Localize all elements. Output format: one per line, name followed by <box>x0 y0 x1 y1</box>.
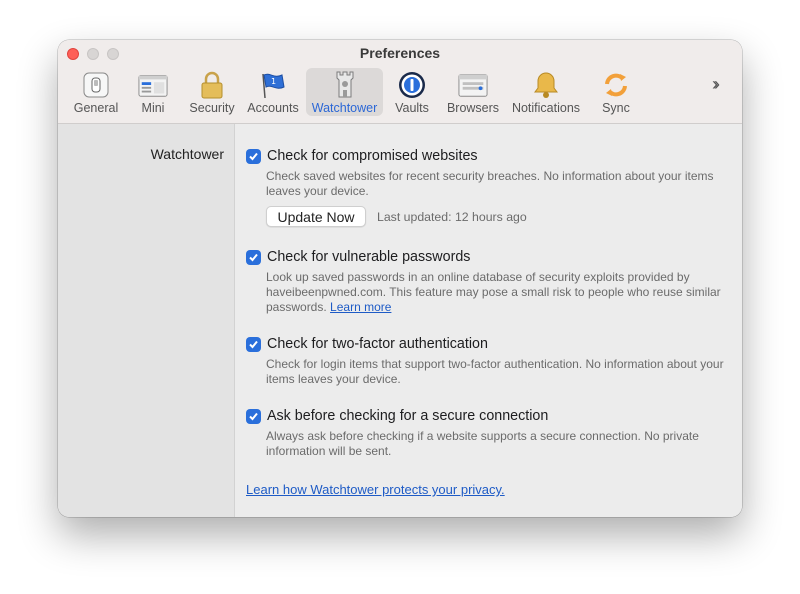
option-description: Check saved websites for recent security… <box>266 169 714 198</box>
tab-watchtower[interactable]: Watchtower <box>306 68 383 116</box>
learn-more-link[interactable]: Learn more <box>330 300 391 314</box>
tab-general-label: General <box>73 101 119 115</box>
privacy-link[interactable]: Learn how Watchtower protects your priva… <box>246 482 505 497</box>
option-title: Ask before checking for a secure connect… <box>267 408 549 424</box>
section-label: Watchtower <box>150 146 224 162</box>
window-title: Preferences <box>359 45 441 61</box>
tab-watchtower-label: Watchtower <box>311 101 378 115</box>
tab-mini-label: Mini <box>141 101 165 115</box>
option-title: Check for vulnerable passwords <box>267 249 471 265</box>
option-description: Look up saved passwords in an online dat… <box>266 270 736 315</box>
tab-browsers-label: Browsers <box>446 101 500 115</box>
watchtower-icon <box>330 70 360 100</box>
toolbar: Preferences General Mini Security 1 Acco… <box>58 40 742 124</box>
lock-icon <box>197 70 227 100</box>
vulnerable-passwords-checkbox[interactable] <box>246 250 261 265</box>
secure-connection-checkbox[interactable] <box>246 409 261 424</box>
tab-accounts[interactable]: 1 Accounts <box>244 68 302 116</box>
sidebar: Watchtower <box>58 124 235 517</box>
option-title: Check for compromised websites <box>267 148 478 164</box>
tab-vaults-label: Vaults <box>395 101 429 115</box>
tab-sync[interactable]: Sync <box>596 68 636 116</box>
general-icon <box>81 70 111 100</box>
compromised-websites-checkbox[interactable] <box>246 149 261 164</box>
tab-accounts-label: Accounts <box>247 101 299 115</box>
browsers-icon <box>458 70 488 100</box>
tab-browsers[interactable]: Browsers <box>444 68 502 116</box>
bell-icon <box>531 70 561 100</box>
mini-icon <box>138 70 168 100</box>
vaults-icon <box>397 70 427 100</box>
tab-security[interactable]: Security <box>184 68 240 116</box>
sync-icon <box>601 70 631 100</box>
tab-mini[interactable]: Mini <box>132 68 174 116</box>
two-factor-checkbox[interactable] <box>246 337 261 352</box>
update-now-button[interactable]: Update Now <box>266 206 366 227</box>
svg-text:1: 1 <box>271 77 276 86</box>
tab-notifications-label: Notifications <box>511 101 581 115</box>
tab-sync-label: Sync <box>602 101 630 115</box>
settings-pane: Check for compromised websites Check sav… <box>236 124 742 517</box>
option-title: Check for two-factor authentication <box>267 336 488 352</box>
chevron-double-right-icon[interactable]: ›› <box>712 74 720 95</box>
option-description: Always ask before checking if a website … <box>266 429 699 458</box>
tab-notifications[interactable]: Notifications <box>508 68 584 116</box>
tab-general[interactable]: General <box>70 68 122 116</box>
accounts-icon: 1 <box>258 70 288 100</box>
last-updated-text: Last updated: 12 hours ago <box>377 210 527 224</box>
tab-security-label: Security <box>189 101 235 115</box>
option-description: Check for login items that support two-f… <box>266 357 724 386</box>
preferences-window: Preferences General Mini Security 1 Acco… <box>58 40 742 517</box>
tab-vaults[interactable]: Vaults <box>390 68 434 116</box>
